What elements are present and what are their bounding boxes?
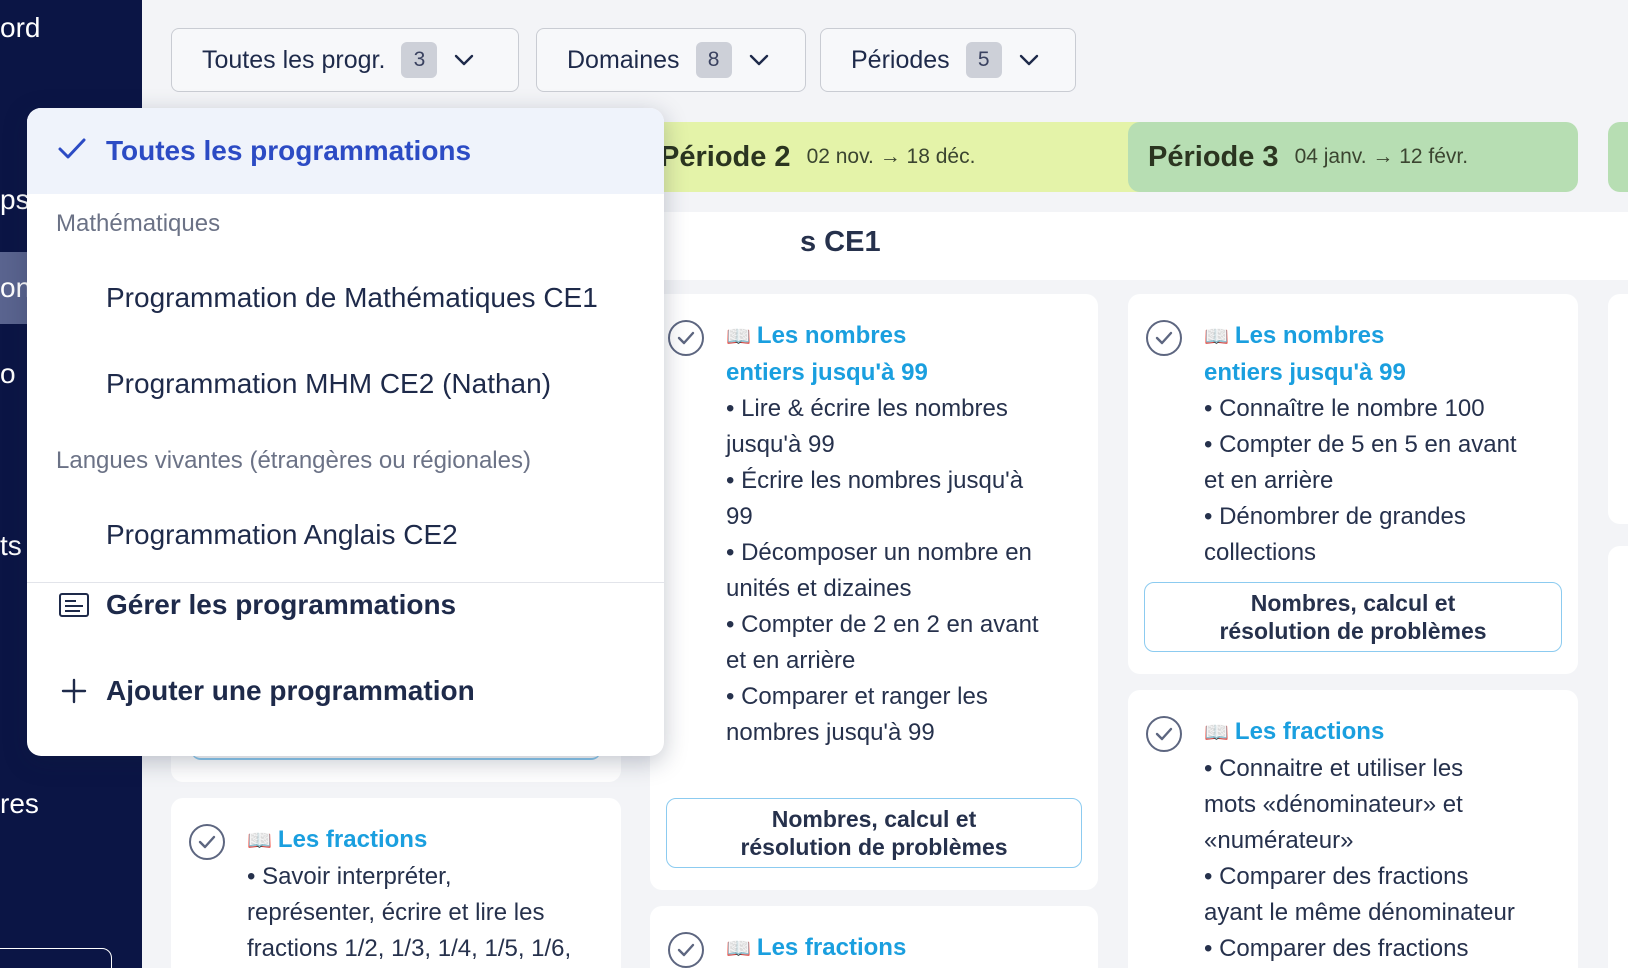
filter-domaines-button[interactable]: Domaines 8 bbox=[536, 28, 806, 92]
card-p1-fractions[interactable]: 📖 Les fractions • Savoir interpréter, rep… bbox=[171, 798, 621, 968]
period-name: Période 3 bbox=[1148, 140, 1279, 173]
card-title[interactable]: 📖 Les nombres entiers jusqu'à 99 bbox=[1204, 318, 1560, 391]
sidebar-item-resources[interactable]: res bbox=[0, 768, 142, 840]
card-objectives: • Savoir interpréter, représenter, écrir… bbox=[247, 863, 572, 962]
book-icon: 📖 bbox=[1204, 326, 1229, 348]
domain-tag[interactable]: Nombres, calcul et résolution de problèm… bbox=[666, 798, 1082, 868]
book-icon: 📖 bbox=[247, 830, 272, 852]
manage-programmations-button[interactable]: Gérer les programmations bbox=[56, 587, 456, 623]
filter-programmations-button[interactable]: Toutes les progr. 3 bbox=[171, 28, 519, 92]
subject-title: s CE1 bbox=[800, 226, 881, 258]
book-icon: 📖 bbox=[726, 326, 751, 348]
card-title[interactable]: 📖 Les fractions bbox=[726, 930, 1080, 967]
check-circle-icon[interactable] bbox=[189, 824, 225, 860]
sidebar-bottom-button[interactable] bbox=[0, 948, 112, 968]
card-p4-edge[interactable] bbox=[1608, 294, 1628, 524]
check-circle-icon[interactable] bbox=[1146, 716, 1182, 752]
dropdown-item-maths-ce1[interactable]: Programmation de Mathématiques CE1 bbox=[106, 282, 598, 314]
period-dates: 04 janv. → 12 févr. bbox=[1294, 145, 1469, 168]
manage-programmations-label: Gérer les programmations bbox=[106, 589, 457, 620]
filter-domaines-label: Domaines bbox=[567, 45, 680, 74]
list-settings-icon bbox=[56, 587, 92, 623]
card-objectives: • Connaître le nombre 100 • Compter de 5… bbox=[1204, 395, 1517, 566]
dropdown-divider bbox=[27, 582, 664, 583]
dropdown-group-label: Langues vivantes (étrangères ou régional… bbox=[56, 447, 531, 474]
filter-periodes-button[interactable]: Périodes 5 bbox=[820, 28, 1076, 92]
filter-domaines-count: 8 bbox=[695, 42, 732, 78]
dropdown-item-all[interactable]: Toutes les programmations bbox=[27, 108, 664, 194]
sidebar-item-dashboard[interactable]: ord bbox=[0, 0, 142, 64]
check-icon bbox=[57, 136, 87, 167]
filter-programmations-count: 3 bbox=[401, 42, 438, 78]
check-circle-icon[interactable] bbox=[668, 320, 704, 356]
book-icon: 📖 bbox=[1204, 722, 1229, 744]
card-objectives: • Lire & écrire les nombres jusqu'à 99 •… bbox=[726, 395, 1039, 746]
dropdown-group-label: Mathématiques bbox=[56, 210, 221, 237]
subject-row-header: s CE1 bbox=[622, 212, 1628, 280]
book-icon: 📖 bbox=[726, 938, 751, 960]
chevron-down-icon bbox=[1018, 49, 1040, 71]
period-name: Période 2 bbox=[660, 140, 791, 173]
card-p4-edge[interactable] bbox=[1608, 546, 1628, 968]
check-circle-icon[interactable] bbox=[668, 932, 704, 968]
plus-icon bbox=[56, 673, 92, 709]
card-title[interactable]: 📖 Les nombres entiers jusqu'à 99 bbox=[726, 318, 1080, 391]
check-circle-icon[interactable] bbox=[1146, 320, 1182, 356]
add-programmation-button[interactable]: Ajouter une programmation bbox=[56, 673, 475, 709]
card-p3-nombres[interactable]: 📖 Les nombres entiers jusqu'à 99 • Connaî… bbox=[1128, 294, 1578, 674]
programmations-dropdown: Toutes les programmations Mathématiques … bbox=[27, 108, 664, 756]
card-p3-fractions[interactable]: 📖 Les fractions • Connaitre et utiliser l… bbox=[1128, 690, 1578, 968]
period-header-3[interactable]: Période 3 04 janv. → 12 févr. bbox=[1128, 122, 1578, 192]
dropdown-item-anglais-ce2[interactable]: Programmation Anglais CE2 bbox=[106, 519, 458, 551]
dropdown-item-label: Toutes les programmations bbox=[106, 135, 472, 166]
card-title[interactable]: 📖 Les fractions bbox=[247, 822, 603, 859]
card-p2-fractions[interactable]: 📖 Les fractions bbox=[650, 906, 1098, 968]
card-title[interactable]: 📖 Les fractions bbox=[1204, 714, 1560, 751]
period-dates: 02 nov. → 18 déc. bbox=[806, 145, 976, 168]
domain-tag[interactable]: Nombres, calcul et résolution de problèm… bbox=[1144, 582, 1562, 652]
chevron-down-icon bbox=[453, 49, 475, 71]
chevron-down-icon bbox=[748, 49, 770, 71]
period-header-4[interactable] bbox=[1608, 122, 1628, 192]
filter-periodes-count: 5 bbox=[965, 42, 1002, 78]
card-objectives: • Connaitre et utiliser les mots «dénomi… bbox=[1204, 755, 1515, 962]
filter-programmations-label: Toutes les progr. bbox=[202, 45, 386, 74]
add-programmation-label: Ajouter une programmation bbox=[106, 675, 475, 706]
filter-periodes-label: Périodes bbox=[851, 45, 950, 74]
dropdown-item-mhm-ce2[interactable]: Programmation MHM CE2 (Nathan) bbox=[106, 368, 551, 400]
card-p2-nombres[interactable]: 📖 Les nombres entiers jusqu'à 99 • Lire &… bbox=[650, 294, 1098, 890]
